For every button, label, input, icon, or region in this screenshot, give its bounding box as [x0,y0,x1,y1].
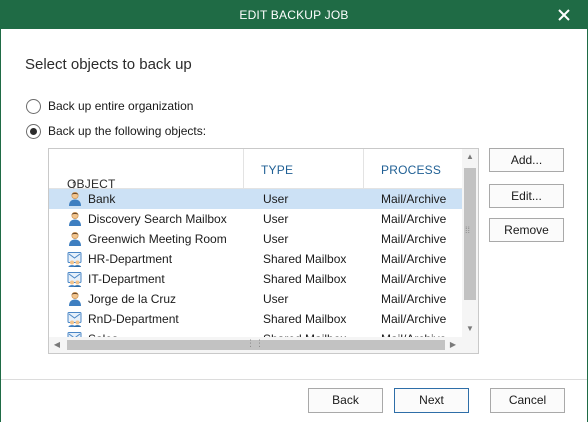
type-cell: User [263,212,289,226]
user-icon [67,191,83,207]
table-row[interactable]: Greenwich Meeting Room User Mail/Archive [49,229,462,249]
column-label: TYPE [261,163,294,177]
object-cell: Greenwich Meeting Room [88,232,227,246]
process-cell: Mail/Archive [381,292,447,306]
process-cell: Mail/Archive [381,252,447,266]
type-cell: User [263,232,289,246]
window-title: EDIT BACKUP JOB [239,8,349,22]
process-cell: Mail/Archive [381,312,447,326]
cancel-button[interactable]: Cancel [490,388,565,413]
table-row[interactable]: HR-Department Shared Mailbox Mail/Archive [49,249,462,269]
type-cell: User [263,192,289,206]
column-header-type[interactable]: TYPE [244,149,364,189]
type-cell: Shared Mailbox [263,272,347,286]
object-cell: Discovery Search Mailbox [88,212,227,226]
back-button[interactable]: Back [308,388,383,413]
object-cell: Jorge de la Cruz [88,292,177,306]
object-cell: IT-Department [88,272,165,286]
table-row[interactable]: RnD-Department Shared Mailbox Mail/Archive [49,309,462,329]
table-row[interactable]: Jorge de la Cruz User Mail/Archive [49,289,462,309]
radio-entire-organization[interactable]: Back up entire organization [26,98,286,116]
user-icon [67,231,83,247]
shared-mailbox-icon [67,251,83,267]
table-row[interactable]: Bank User Mail/Archive [49,189,462,209]
object-cell: Bank [88,192,116,206]
radio-label: Back up entire organization [48,99,194,113]
process-cell: Mail/Archive [381,232,447,246]
process-cell: Mail/Archive [381,212,447,226]
type-cell: User [263,292,289,306]
next-button[interactable]: Next [394,388,469,413]
user-icon [67,291,83,307]
radio-following-objects[interactable]: Back up the following objects: [26,123,286,141]
close-icon[interactable] [555,6,573,24]
user-icon [67,211,83,227]
title-bar: EDIT BACKUP JOB [1,1,587,29]
process-cell: Mail/Archive [381,192,447,206]
horizontal-scrollbar[interactable]: ◀ ⋮⋮ ▶ [49,337,462,353]
scroll-left-icon[interactable]: ◀ [52,340,62,350]
scroll-right-icon[interactable]: ▶ [448,340,458,350]
radio-circle[interactable] [26,124,41,139]
column-header-object[interactable]: OBJECT ↑ [49,149,244,191]
type-cell: Shared Mailbox [263,252,347,266]
process-cell: Mail/Archive [381,272,447,286]
radio-label: Back up the following objects: [48,124,207,138]
objects-grid: OBJECT ↑ TYPE PROCESS Bank User Mail/Archiv… [48,148,479,354]
shared-mailbox-icon [67,311,83,327]
type-cell: Shared Mailbox [263,312,347,326]
remove-button[interactable]: Remove [489,218,564,242]
scrollbar-corner [462,337,478,353]
scroll-down-icon[interactable]: ▼ [465,324,475,334]
grip-icon: ⁞⁞ [465,225,471,235]
edit-backup-job-dialog: EDIT BACKUP JOB Select objects to back u… [0,0,588,422]
scroll-up-icon[interactable]: ▲ [465,152,475,162]
edit-button[interactable]: Edit... [489,184,564,208]
grid-header: OBJECT ↑ TYPE PROCESS [49,149,462,191]
table-row[interactable]: IT-Department Shared Mailbox Mail/Archive [49,269,462,289]
table-row[interactable]: Discovery Search Mailbox User Mail/Archive [49,209,462,229]
object-cell: HR-Department [88,252,173,266]
column-label: PROCESS [381,163,442,177]
column-header-process[interactable]: PROCESS [364,149,462,189]
shared-mailbox-icon [67,271,83,287]
radio-circle[interactable] [26,99,41,114]
grip-icon: ⋮⋮ [246,338,264,348]
page-heading: Select objects to back up [25,56,192,73]
radio-selected-dot [30,128,37,135]
object-cell: RnD-Department [88,312,179,326]
vertical-scrollbar[interactable]: ▲ ⁞⁞ ▼ [462,149,478,337]
add-button[interactable]: Add... [489,148,564,172]
